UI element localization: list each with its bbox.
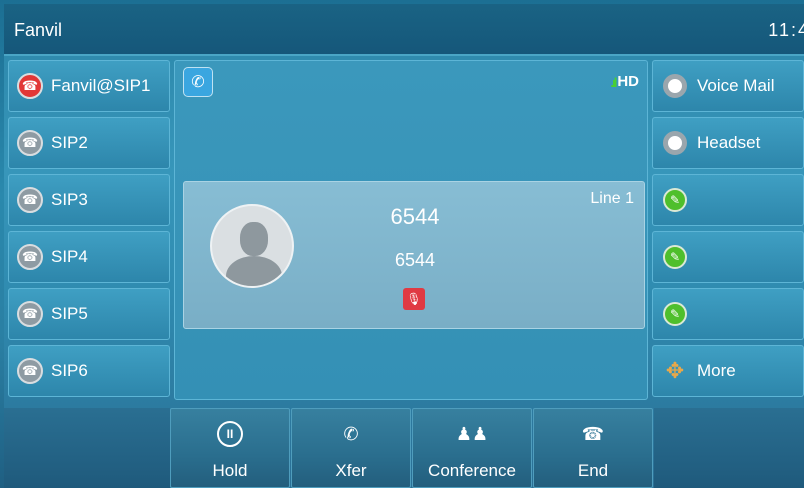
conference-icon: ♟♟: [455, 423, 489, 444]
dss-key-4[interactable]: ✎: [652, 231, 804, 283]
call-card: 6544 6544 Line 1 🎙: [183, 181, 645, 329]
line-keys: ☎ Fanvil@SIP1 ☎ SIP2 ☎ SIP3 ☎ SIP4 ☎ SIP…: [8, 60, 170, 402]
dss-label: Headset: [697, 133, 761, 152]
radio-icon: [663, 74, 687, 98]
softkey-bar: II Hold ✆ Xfer ♟♟ Conference ☎ End: [170, 408, 654, 488]
softkey-label: Conference: [428, 461, 516, 480]
line-key-label: SIP6: [51, 361, 88, 380]
end-call-button[interactable]: ☎ End: [533, 408, 653, 488]
edit-icon: ✎: [663, 302, 687, 326]
phone-icon: ☎: [17, 130, 43, 156]
xfer-button[interactable]: ✆ Xfer: [291, 408, 411, 488]
pause-icon: II: [217, 421, 243, 447]
line-key-label: SIP3: [51, 190, 88, 209]
softkey-label: Hold: [212, 461, 248, 480]
line-key-3[interactable]: ☎ SIP3: [8, 174, 170, 226]
dss-more[interactable]: ✥ More: [652, 345, 804, 397]
dss-keys: Voice Mail Headset ✎ ✎ ✎ ✥ More: [652, 60, 804, 402]
hold-button[interactable]: II Hold: [170, 408, 290, 488]
phone-icon: ☎: [17, 187, 43, 213]
hangup-icon: ☎: [581, 423, 605, 444]
line-key-4[interactable]: ☎ SIP4: [8, 231, 170, 283]
call-number: 6544: [390, 204, 440, 229]
title-bar: Fanvil 11:4: [4, 4, 804, 56]
call-name: 6544: [394, 250, 436, 270]
dss-key-3[interactable]: ✎: [652, 174, 804, 226]
call-icon: ✆: [183, 67, 213, 97]
phone-icon: ☎: [17, 301, 43, 327]
line-key-label: SIP2: [51, 133, 88, 152]
signal-bars-icon: .ıl: [610, 75, 617, 90]
hd-label: HD: [617, 73, 639, 90]
arrows-icon: ✥: [665, 358, 685, 383]
line-key-6[interactable]: ☎ SIP6: [8, 345, 170, 397]
softkey-label: End: [577, 461, 609, 480]
line-key-5[interactable]: ☎ SIP5: [8, 288, 170, 340]
hd-indicator: .ıl HD: [610, 73, 639, 90]
edit-icon: ✎: [663, 245, 687, 269]
phone-icon: ☎: [17, 244, 43, 270]
phone-icon: ☎: [17, 358, 43, 384]
dss-headset[interactable]: Headset: [652, 117, 804, 169]
dss-label: Voice Mail: [697, 76, 775, 95]
line-key-2[interactable]: ☎ SIP2: [8, 117, 170, 169]
softkey-spacer-right: [654, 408, 804, 488]
softkey-label: Xfer: [335, 461, 367, 480]
transfer-icon: ✆: [343, 423, 359, 444]
dss-label: More: [697, 361, 736, 380]
conference-button[interactable]: ♟♟ Conference: [412, 408, 532, 488]
dss-voicemail[interactable]: Voice Mail: [652, 60, 804, 112]
phone-icon: ☎: [17, 73, 43, 99]
clock: 11:4: [768, 20, 804, 40]
dss-key-5[interactable]: ✎: [652, 288, 804, 340]
edit-icon: ✎: [663, 188, 687, 212]
line-key-label: SIP4: [51, 247, 88, 266]
line-key-label: Fanvil@SIP1: [51, 76, 151, 95]
brand-label: Fanvil: [14, 20, 63, 40]
phone-screen: Fanvil 11:4 ☎ Fanvil@SIP1 ☎ SIP2 ☎ SIP3 …: [4, 4, 804, 488]
line-key-label: SIP5: [51, 304, 88, 323]
call-panel: ✆ .ıl HD 6544 6544 Line 1 🎙: [174, 60, 648, 400]
mute-icon: 🎙: [403, 288, 425, 310]
radio-icon: [663, 131, 687, 155]
line-label: Line 1: [590, 190, 634, 207]
line-key-1[interactable]: ☎ Fanvil@SIP1: [8, 60, 170, 112]
softkey-spacer-left: [4, 408, 170, 488]
